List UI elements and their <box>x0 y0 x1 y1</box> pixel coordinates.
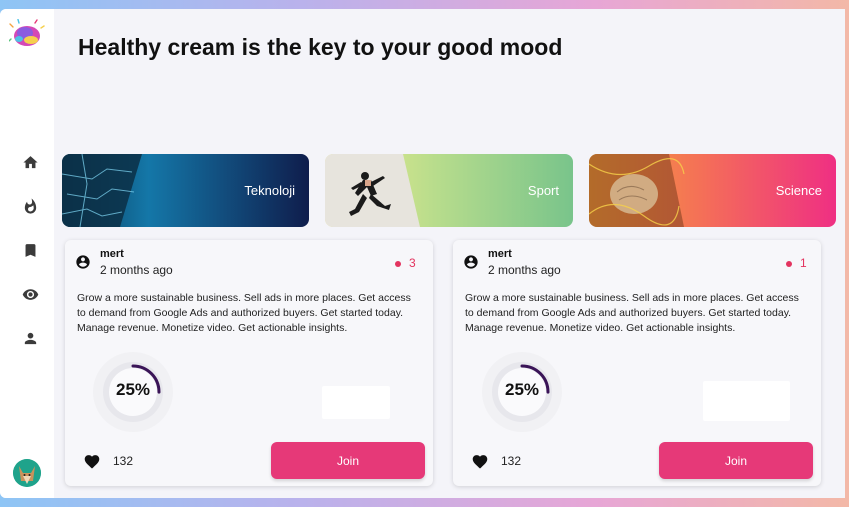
heart-icon[interactable] <box>471 453 489 469</box>
progress-value: 25% <box>115 380 151 399</box>
join-button[interactable]: Join <box>271 442 425 479</box>
category-label: Science <box>775 183 822 198</box>
post-card: mert 2 months ago 1 Grow a more sustaina… <box>453 240 821 486</box>
avatar[interactable] <box>13 459 41 487</box>
sidebar <box>0 9 54 498</box>
status-dot <box>395 261 401 267</box>
post-author: mert <box>100 248 124 260</box>
sidebar-item-trending[interactable] <box>19 195 41 217</box>
category-label: Teknoloji <box>244 183 295 198</box>
logo-icon <box>9 19 45 46</box>
post-card: mert 2 months ago 3 Grow a more sustaina… <box>65 240 433 486</box>
page-title: Healthy cream is the key to your good mo… <box>78 34 563 60</box>
home-icon <box>22 155 38 168</box>
post-count-badge: 1 <box>800 256 807 270</box>
eye-icon <box>22 288 38 300</box>
category-label: Sport <box>527 183 559 198</box>
status-dot <box>786 261 792 267</box>
sidebar-item-profile[interactable] <box>19 327 41 349</box>
join-button[interactable]: Join <box>659 442 813 479</box>
post-time: 2 months ago <box>488 263 561 277</box>
post-author: mert <box>488 248 512 260</box>
post-count-badge: 3 <box>409 256 416 270</box>
account-circle-icon <box>464 255 478 269</box>
category-card-science[interactable]: Science <box>589 154 836 227</box>
post-time: 2 months ago <box>100 263 173 277</box>
category-card-teknoloji[interactable]: Teknoloji <box>62 154 309 227</box>
placeholder-box <box>703 381 790 421</box>
progress-value: 25% <box>504 380 540 399</box>
post-description: Grow a more sustainable business. Sell a… <box>77 292 411 334</box>
category-card-sport[interactable]: Sport <box>325 154 573 227</box>
progress-ring: 25% <box>480 350 564 434</box>
placeholder-box <box>322 386 390 419</box>
fire-icon <box>24 197 36 214</box>
heart-icon[interactable] <box>83 453 101 469</box>
progress-ring: 25% <box>91 350 175 434</box>
app-frame: Healthy cream is the key to your good mo… <box>0 9 845 498</box>
post-description: Grow a more sustainable business. Sell a… <box>465 292 799 334</box>
sidebar-item-home[interactable] <box>19 151 41 173</box>
sidebar-item-watched[interactable] <box>19 283 41 305</box>
account-circle-icon <box>76 255 90 269</box>
bookmark-icon <box>25 243 35 257</box>
avatar-image <box>13 459 41 487</box>
sidebar-item-bookmarks[interactable] <box>19 239 41 261</box>
user-icon <box>24 332 36 344</box>
like-count: 132 <box>501 454 522 468</box>
like-count: 132 <box>113 454 134 468</box>
